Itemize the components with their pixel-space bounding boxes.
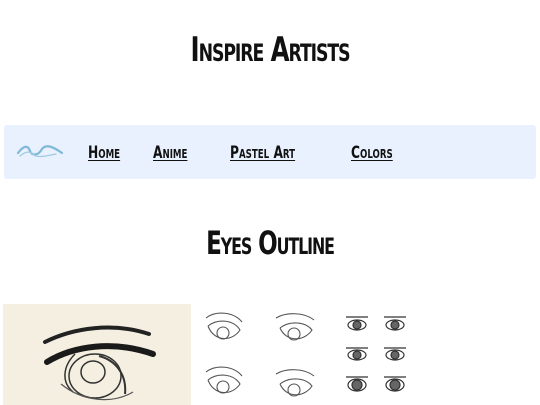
nav-link-pastel-art[interactable]: Pastel Art [230, 143, 295, 163]
navbar: Home Anime Pastel Art Colors [4, 125, 536, 179]
nav-link-home[interactable]: Home [88, 143, 120, 163]
site-title: Inspire Artists [190, 30, 351, 70]
wave-logo-icon[interactable] [16, 141, 64, 163]
nav-link-colors[interactable]: Colors [351, 143, 393, 163]
eye-shapes-image [340, 304, 415, 405]
section-heading: Eyes Outline [206, 224, 335, 262]
eye-sketch-image [3, 304, 191, 405]
eye-outlines-image [196, 304, 336, 405]
nav-link-anime[interactable]: Anime [153, 143, 187, 163]
